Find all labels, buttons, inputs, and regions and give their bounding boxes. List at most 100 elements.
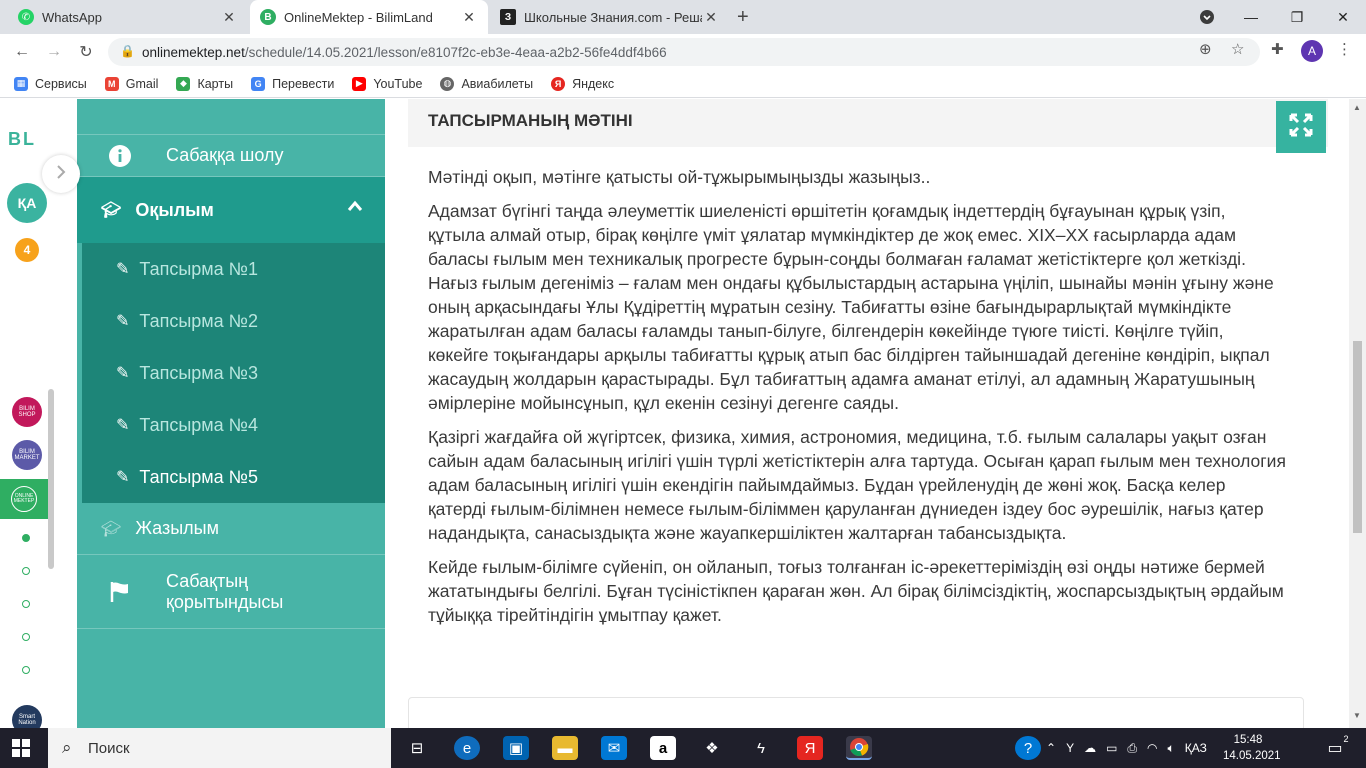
bilimland-icon: B xyxy=(260,9,276,25)
bookmark-label: Авиабилеты xyxy=(461,76,534,91)
browser-toolbar: ← → ↻ 🔒 onlinemektep.net/schedule/14.05.… xyxy=(0,34,1366,70)
printer-icon[interactable]: ⎙ xyxy=(1127,741,1137,756)
wifi-icon[interactable]: ◠ xyxy=(1147,741,1157,755)
amazon-icon[interactable]: a xyxy=(650,736,676,760)
smart-nation-app[interactable]: Smart Nation xyxy=(12,705,42,728)
reload-button[interactable]: ↻ xyxy=(74,40,98,64)
new-tab-button[interactable]: + xyxy=(737,6,749,29)
maximize-button[interactable]: ❐ xyxy=(1274,0,1320,34)
url-host: onlinemektep.net xyxy=(142,44,245,60)
sidebar-item-writing[interactable]: 🎓︎ Жазылым xyxy=(77,503,385,555)
task-header: ТАПСЫРМАНЫҢ МӘТІНІ xyxy=(408,99,1328,147)
start-button[interactable] xyxy=(12,739,30,757)
time: 15:48 xyxy=(1233,734,1263,746)
bookmark-label: Карты xyxy=(197,76,234,91)
rail-scrollbar[interactable] xyxy=(48,389,54,569)
close-icon[interactable]: ✕ xyxy=(702,9,720,26)
bookmark-translate[interactable]: G Перевести xyxy=(251,76,334,91)
help-icon[interactable]: ? xyxy=(1015,736,1041,760)
task-view-icon[interactable]: ⊟ xyxy=(404,736,430,760)
page-dot[interactable] xyxy=(22,567,30,575)
tab-whatsapp[interactable]: ✆ WhatsApp ✕ xyxy=(8,0,248,34)
bookmark-aviatickets[interactable]: ◍ Авиабилеты xyxy=(440,76,534,91)
gmail-icon: M xyxy=(104,76,119,91)
bilim-market-app[interactable]: BILIM MARKET xyxy=(12,440,42,470)
text-paragraph: Адамзат бүгінгі таңда әлеуметтік шиелені… xyxy=(428,201,1274,413)
zoom-icon[interactable]: ⊕ xyxy=(1199,40,1212,58)
windows-taskbar: ⌕ Поиск ⊟ e ▣ ▬ ✉ a ❖ ϟ Я ? ⌃ Y ☁ ▭ ⎙ ◠ … xyxy=(0,728,1366,768)
mail-icon[interactable]: ✉ xyxy=(601,736,627,760)
back-button[interactable]: ← xyxy=(10,40,34,64)
page-dot[interactable] xyxy=(22,633,30,641)
bookmark-yandex[interactable]: Я Яндекс xyxy=(551,76,615,91)
page-scrollbar[interactable]: ▲ ▼ xyxy=(1349,99,1366,728)
bl-logo[interactable]: BL xyxy=(8,129,36,150)
minimize-button[interactable]: — xyxy=(1228,0,1274,34)
file-explorer-icon[interactable]: ▬ xyxy=(552,736,578,760)
keyboard-language[interactable]: ҚАЗ xyxy=(1185,741,1207,755)
menu-icon[interactable]: ⋮ xyxy=(1337,40,1352,58)
bookmark-maps[interactable]: ◆ Карты xyxy=(176,76,234,91)
bookmark-label: Яндекс xyxy=(572,76,615,91)
flag-icon xyxy=(107,579,133,605)
sidebar-task-5[interactable]: ✎ Тапсырма №5 xyxy=(82,451,385,503)
sidebar-task-1[interactable]: ✎ Тапсырма №1 xyxy=(82,243,385,295)
yandex-browser-icon[interactable]: Я xyxy=(797,736,823,760)
extensions-icon[interactable]: ✚ xyxy=(1271,40,1284,58)
search-placeholder: Поиск xyxy=(88,739,130,757)
close-window-button[interactable]: ✕ xyxy=(1320,0,1366,34)
bilim-shop-app[interactable]: BILIM SHOP xyxy=(12,397,42,427)
tab-znanija[interactable]: З Школьные Знания.com - Решае ✕ xyxy=(490,0,730,34)
notification-badge[interactable]: 4 xyxy=(15,238,39,262)
yandex-tray-icon[interactable]: Y xyxy=(1066,741,1074,755)
scroll-down-icon[interactable]: ▼ xyxy=(1353,711,1361,720)
bookmark-services[interactable]: ▦ Сервисы xyxy=(14,76,87,91)
online-mektep-app[interactable]: ONLINE MEKTEP xyxy=(0,479,48,519)
sidebar-task-3[interactable]: ✎ Тапсырма №3 xyxy=(82,347,385,399)
bookmark-label: Сервисы xyxy=(35,76,87,91)
page-dot[interactable] xyxy=(22,666,30,674)
sidebar-item-previous[interactable] xyxy=(77,99,385,135)
scroll-up-icon[interactable]: ▲ xyxy=(1353,103,1361,112)
bookmark-gmail[interactable]: M Gmail xyxy=(104,76,158,91)
sidebar-item-overview[interactable]: Сабаққа шолу xyxy=(77,135,385,177)
battery-icon[interactable]: ▭ xyxy=(1106,741,1117,755)
address-bar[interactable]: 🔒 onlinemektep.net/schedule/14.05.2021/l… xyxy=(108,38,1260,66)
dropbox-icon[interactable]: ❖ xyxy=(699,736,725,760)
info-icon xyxy=(107,143,133,169)
page-dot[interactable] xyxy=(22,534,30,542)
cloud-icon[interactable]: ☁ xyxy=(1084,741,1096,755)
tab-search-icon[interactable] xyxy=(1184,0,1230,34)
sidebar-toggle-button[interactable] xyxy=(42,155,80,193)
chevron-up-icon[interactable]: ⌃ xyxy=(1046,741,1056,755)
lightning-app-icon[interactable]: ϟ xyxy=(748,736,774,760)
volume-icon[interactable]: 🔈︎ xyxy=(1168,741,1175,756)
sidebar-task-2[interactable]: ✎ Тапсырма №2 xyxy=(82,295,385,347)
notifications-icon[interactable]: ▭ 2 xyxy=(1322,734,1348,760)
language-switcher[interactable]: ҚА xyxy=(7,183,47,223)
close-icon[interactable]: ✕ xyxy=(460,9,478,26)
avatar[interactable]: A xyxy=(1301,40,1323,62)
close-icon[interactable]: ✕ xyxy=(220,9,238,26)
scrollbar-thumb[interactable] xyxy=(1353,341,1362,533)
taskbar-search[interactable]: ⌕ Поиск xyxy=(48,728,391,768)
sidebar-item-summary[interactable]: Сабақтың қорытындысы xyxy=(77,555,385,629)
forward-button[interactable]: → xyxy=(42,40,66,64)
lesson-sidebar: Сабаққа шолу 🎓︎ Оқылым ✎ Тапсырма №1 ✎ Тап… xyxy=(77,99,385,728)
task-label: Тапсырма №2 xyxy=(139,310,259,331)
tab-title: OnlineMektep - BilimLand xyxy=(284,9,433,25)
edge-icon[interactable]: e xyxy=(454,736,480,760)
task-label: Тапсырма №1 xyxy=(139,258,259,279)
bookmark-youtube[interactable]: ▶ YouTube xyxy=(352,76,422,91)
page-content: BL ҚА 4 BILIM SHOP BILIM MARKET ONLINE M… xyxy=(0,99,1366,728)
page-dot[interactable] xyxy=(22,600,30,608)
store-icon[interactable]: ▣ xyxy=(503,736,529,760)
bookmark-star-icon[interactable]: ☆ xyxy=(1231,40,1244,58)
fullscreen-button[interactable] xyxy=(1276,101,1326,153)
sidebar-section-reading[interactable]: 🎓︎ Оқылым xyxy=(77,177,385,243)
sidebar-task-4[interactable]: ✎ Тапсырма №4 xyxy=(82,399,385,451)
sidebar-item-label: Сабаққа шолу xyxy=(166,145,284,165)
tab-onlinemektep[interactable]: B OnlineMektep - BilimLand ✕ xyxy=(250,0,488,34)
clock[interactable]: 15:48 14.05.2021 xyxy=(1223,732,1281,764)
chrome-icon[interactable] xyxy=(846,736,872,760)
